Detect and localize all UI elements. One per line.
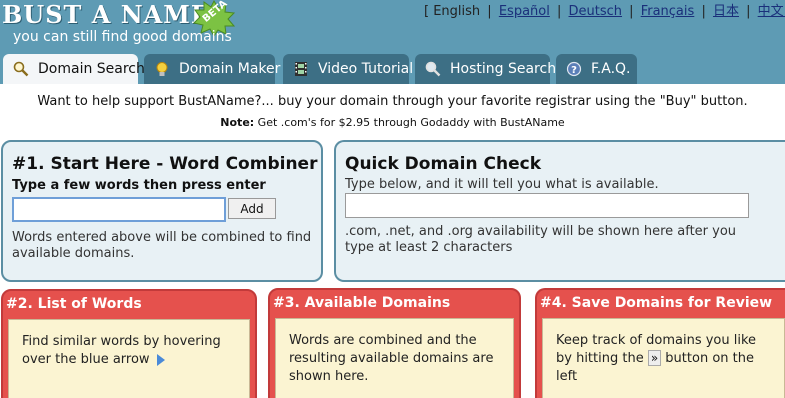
lang-separator: | [556, 4, 562, 19]
language-bar: [ English | Español | Deutsch | Français… [424, 0, 785, 19]
lightbulb-icon [154, 61, 170, 77]
tab-label: Video Tutorial [318, 61, 414, 77]
word-input[interactable] [12, 197, 226, 222]
quick-check-title: Quick Domain Check [345, 154, 541, 174]
tab-domain-maker[interactable]: Domain Maker [144, 54, 280, 84]
list-of-words-description: Find similar words by hovering over the … [22, 333, 242, 369]
lang-separator: | [701, 4, 706, 19]
add-button[interactable]: Add [228, 198, 276, 219]
word-combiner-title: #1. Start Here - Word Combiner [12, 154, 318, 174]
tab-hosting-search[interactable]: Hosting Search [415, 54, 556, 84]
lang-japanese[interactable]: 日本 [713, 4, 739, 19]
lang-francais[interactable]: Français [641, 4, 695, 19]
save-domains-description: Keep track of domains you like by hittin… [556, 332, 776, 386]
lang-separator: | [746, 4, 751, 19]
svg-text:?: ? [571, 65, 577, 76]
site-header: BUST A NAME BETA you can still find good… [0, 0, 785, 84]
tab-faq[interactable]: ? F.A.Q. [556, 54, 637, 84]
word-combiner-description: Words entered above will be combined to … [12, 230, 312, 261]
list-of-words-title: #2. List of Words [6, 296, 142, 312]
domain-check-input[interactable] [345, 193, 749, 218]
support-message: Want to help support BustAName?... buy y… [37, 94, 748, 109]
quick-domain-check-panel: Quick Domain Check Type below, and it wi… [334, 140, 785, 282]
word-combiner-panel: #1. Start Here - Word Combiner Type a fe… [1, 140, 323, 282]
tab-label: F.A.Q. [591, 61, 631, 77]
tab-video-tutorial[interactable]: Video Tutorial [283, 54, 413, 84]
note-label: Note: [220, 116, 255, 129]
save-domains-title: #4. Save Domains for Review [540, 295, 773, 311]
quick-check-description: .com, .net, and .org availability will b… [345, 224, 737, 255]
tagline: you can still find good domains [13, 29, 232, 45]
available-domains-title: #3. Available Domains [273, 295, 451, 311]
lang-english[interactable]: [ English [424, 4, 480, 19]
blue-arrow-icon [156, 353, 166, 366]
word-combiner-subtitle: Type a few words then press enter [12, 178, 266, 193]
lang-deutsch[interactable]: Deutsch [569, 4, 623, 19]
tab-label: Hosting Search [450, 61, 557, 77]
lang-espanol[interactable]: Español [499, 4, 550, 19]
magnifier-icon [13, 61, 29, 77]
list-of-words-panel: #2. List of Words Find similar words by … [1, 289, 257, 398]
magnifier-icon [425, 61, 441, 77]
tab-label: Domain Maker [179, 61, 281, 77]
tab-label: Domain Search [38, 61, 145, 77]
tab-domain-search[interactable]: Domain Search [3, 54, 145, 84]
list-of-words-text: Find similar words by hovering over the … [22, 334, 221, 367]
lang-chinese[interactable]: 中文（简体）] [758, 4, 785, 19]
help-icon: ? [566, 61, 582, 77]
lang-separator: | [487, 4, 492, 19]
lang-separator: | [629, 4, 634, 19]
save-domains-body: Keep track of domains you like by hittin… [542, 318, 785, 398]
available-domains-description: Words are combined and the resulting ava… [289, 333, 494, 384]
save-domains-panel: #4. Save Domains for Review Keep track o… [535, 288, 785, 398]
note-text: Get .com's for $2.95 through Godaddy wit… [254, 116, 565, 129]
list-of-words-body: Find similar words by hovering over the … [8, 319, 250, 398]
save-raquo-button: » [647, 350, 662, 366]
available-domains-body: Words are combined and the resulting ava… [275, 318, 514, 398]
app-root: BUST A NAME BETA you can still find good… [0, 0, 785, 398]
logo-title[interactable]: BUST A NAME [2, 0, 210, 29]
note-line: Note: Get .com's for $2.95 through Godad… [0, 116, 785, 129]
available-domains-panel: #3. Available Domains Words are combined… [268, 288, 521, 398]
film-icon [293, 61, 309, 77]
quick-check-subtitle: Type below, and it will tell you what is… [345, 177, 659, 192]
